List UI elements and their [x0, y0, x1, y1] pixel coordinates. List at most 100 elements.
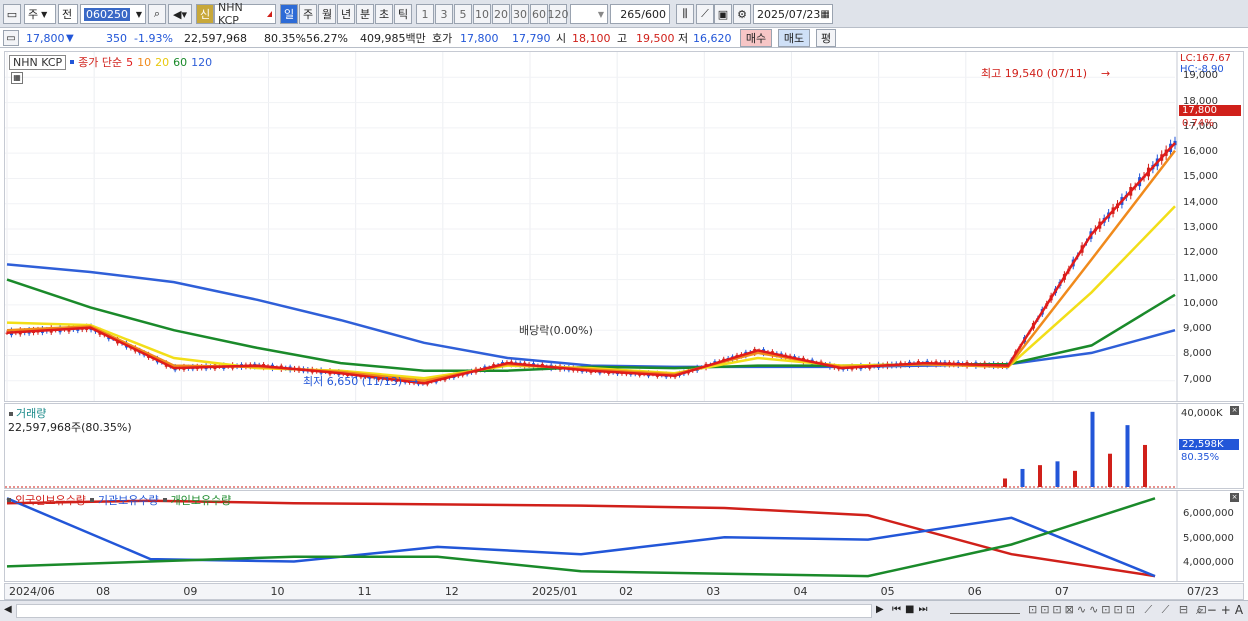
- legend-foreign[interactable]: 외국인보유수량: [15, 492, 86, 508]
- close-icon[interactable]: ×: [1230, 493, 1239, 502]
- quote-bar: ▭ 17,800 ▼ 350 -1.93% 22,597,968 80.35% …: [0, 28, 1248, 48]
- bid-price: 17,790: [512, 31, 551, 45]
- volume-bar: [1003, 478, 1007, 487]
- ma5-line: [6, 142, 1176, 385]
- holding-tick: 4,000,000: [1183, 556, 1234, 568]
- legend-bullet-icon: [9, 412, 13, 416]
- turnover-ratio: 56.27%: [306, 31, 348, 45]
- expand-icon[interactable]: ▭: [3, 30, 19, 46]
- legend-ma10[interactable]: 10: [137, 56, 151, 69]
- low-label: 저: [678, 32, 689, 45]
- timeframe-6[interactable]: 틱: [394, 4, 412, 24]
- eval-button[interactable]: 평: [816, 29, 836, 47]
- stock-code-input[interactable]: 060250 ▼: [80, 4, 146, 24]
- volume-pct: 80.35%: [264, 31, 306, 45]
- holding-line-0: [6, 499, 1156, 578]
- legend-individual[interactable]: 개인보유수량: [171, 492, 232, 508]
- zoom-slider[interactable]: [950, 606, 1020, 614]
- volume-bar: [1143, 444, 1147, 487]
- playback-controls[interactable]: ⏮■⏭: [892, 604, 931, 615]
- legend-bullet-icon: [70, 60, 75, 64]
- window-icon[interactable]: ▭: [3, 4, 21, 24]
- timeframe-1[interactable]: 주: [299, 4, 317, 24]
- close-icon[interactable]: ×: [1230, 406, 1239, 415]
- buy-button[interactable]: 매수: [740, 29, 772, 47]
- timeframe-3[interactable]: 년: [337, 4, 355, 24]
- x-axis: 2024/06 08 09 10 11 12 2025/01 02 03 04 05 06 07 07/2…: [4, 583, 1244, 600]
- volume-bar: [1073, 470, 1077, 487]
- ask-price: 17,800: [460, 31, 499, 45]
- legend-bullet-icon: [7, 498, 11, 502]
- stock-name: NHN KCP: [218, 1, 243, 27]
- scroll-left-icon[interactable]: ◀: [4, 604, 12, 615]
- stock-name-field[interactable]: NHN KCP: [214, 1, 276, 27]
- search-icon[interactable]: ⌕: [148, 4, 166, 24]
- date-field[interactable]: 2025/07/23 ▦: [753, 4, 833, 24]
- legend-bullet-icon: [162, 498, 167, 502]
- dividend-annotation: 배당락(0.00%): [519, 324, 593, 337]
- price-tick: 14,000: [1183, 196, 1218, 208]
- period-30[interactable]: 30: [511, 4, 529, 24]
- date-value: 2025/07/23: [757, 7, 821, 21]
- chevron-down-icon: ▼: [135, 9, 142, 19]
- gear-icon[interactable]: ⚙: [733, 4, 751, 24]
- down-triangle-icon: ▼: [66, 32, 74, 44]
- scroll-bar: ◀ ▶ ⏮■⏭ ⊡⊡⊡⊠∿∿⊡⊡⊡ ⟋ ⟋ ⊟ ⊡ ⌕−+A: [0, 600, 1248, 621]
- legend-ma60[interactable]: 60: [173, 56, 187, 69]
- period-20[interactable]: 20: [492, 4, 510, 24]
- ask-label: 호가: [432, 32, 453, 45]
- scroll-right-icon[interactable]: ▶: [876, 604, 884, 615]
- scope-value: 전: [62, 8, 73, 21]
- timeframe-2[interactable]: 월: [318, 4, 336, 24]
- period-120[interactable]: 120: [548, 4, 569, 24]
- trade-amount: 409,985백만: [360, 32, 426, 45]
- zoom-controls[interactable]: ⌕−+A: [1196, 603, 1247, 618]
- tool-icons[interactable]: ⊡⊡⊡⊠∿∿⊡⊡⊡ ⟋ ⟋ ⊟ ⊡: [1028, 603, 1210, 617]
- lc-value: LC:167.67: [1180, 53, 1231, 64]
- volume-bar: [1125, 425, 1130, 487]
- open-label: 시: [556, 32, 567, 45]
- save-icon[interactable]: ▣: [714, 4, 732, 24]
- timeframe-5[interactable]: 초: [375, 4, 393, 24]
- current-price-tag: 17,800: [1179, 105, 1241, 116]
- period-3[interactable]: 3: [435, 4, 453, 24]
- legend-ma120[interactable]: 120: [191, 56, 212, 69]
- open-price: 18,100: [572, 31, 611, 45]
- volume-bar: [1090, 411, 1095, 487]
- period-1[interactable]: 1: [416, 4, 434, 24]
- holding-line-1: [6, 497, 1156, 578]
- legend-institution[interactable]: 기관보유수량: [98, 492, 159, 508]
- speaker-icon[interactable]: ◀▾: [168, 4, 192, 24]
- x-axis-label: 04: [793, 585, 808, 598]
- grid-toggle-icon[interactable]: ▦: [11, 72, 23, 84]
- candle-icon[interactable]: ⫼: [676, 4, 694, 24]
- holding-panel: 외국인보유수량 기관보유수량 개인보유수량 6,000,000 5,000,000…: [4, 490, 1244, 582]
- legend-stock-name[interactable]: NHN KCP: [9, 54, 67, 70]
- price-tick: 16,000: [1183, 146, 1218, 158]
- low-price: 16,620: [693, 31, 732, 45]
- legend-ma20[interactable]: 20: [155, 56, 169, 69]
- chevron-down-icon: ▼: [41, 9, 48, 19]
- sell-button[interactable]: 매도: [778, 29, 810, 47]
- market-value: 주: [28, 8, 39, 21]
- count-total: /600: [641, 7, 666, 21]
- period-dropdown[interactable]: ▼: [570, 4, 608, 24]
- market-select[interactable]: 주 ▼: [24, 4, 56, 24]
- arrow-right-icon: →: [409, 375, 418, 388]
- count-value: 265: [620, 7, 642, 21]
- period-5[interactable]: 5: [454, 4, 472, 24]
- price-chart-panel: 최고 19,540 (07/11) → 최저 6,650 (11/13) → 배당락(0…: [4, 51, 1244, 402]
- scroll-track[interactable]: [16, 604, 872, 618]
- legend-bullet-icon: [89, 498, 94, 502]
- count-field[interactable]: 265/600: [610, 4, 670, 24]
- legend-ma5[interactable]: 5: [126, 56, 133, 69]
- timeframe-4[interactable]: 분: [356, 4, 374, 24]
- draw-icon[interactable]: ⟋: [696, 4, 714, 24]
- scope-button[interactable]: 전: [58, 4, 78, 24]
- price-chart[interactable]: 최고 19,540 (07/11) → 최저 6,650 (11/13) → 배당락(0…: [5, 52, 1243, 401]
- volume-chart[interactable]: [5, 404, 1243, 488]
- period-10[interactable]: 10: [473, 4, 491, 24]
- stock-code-value: 060250: [84, 7, 130, 21]
- period-60[interactable]: 60: [530, 4, 548, 24]
- timeframe-0[interactable]: 일: [280, 4, 298, 24]
